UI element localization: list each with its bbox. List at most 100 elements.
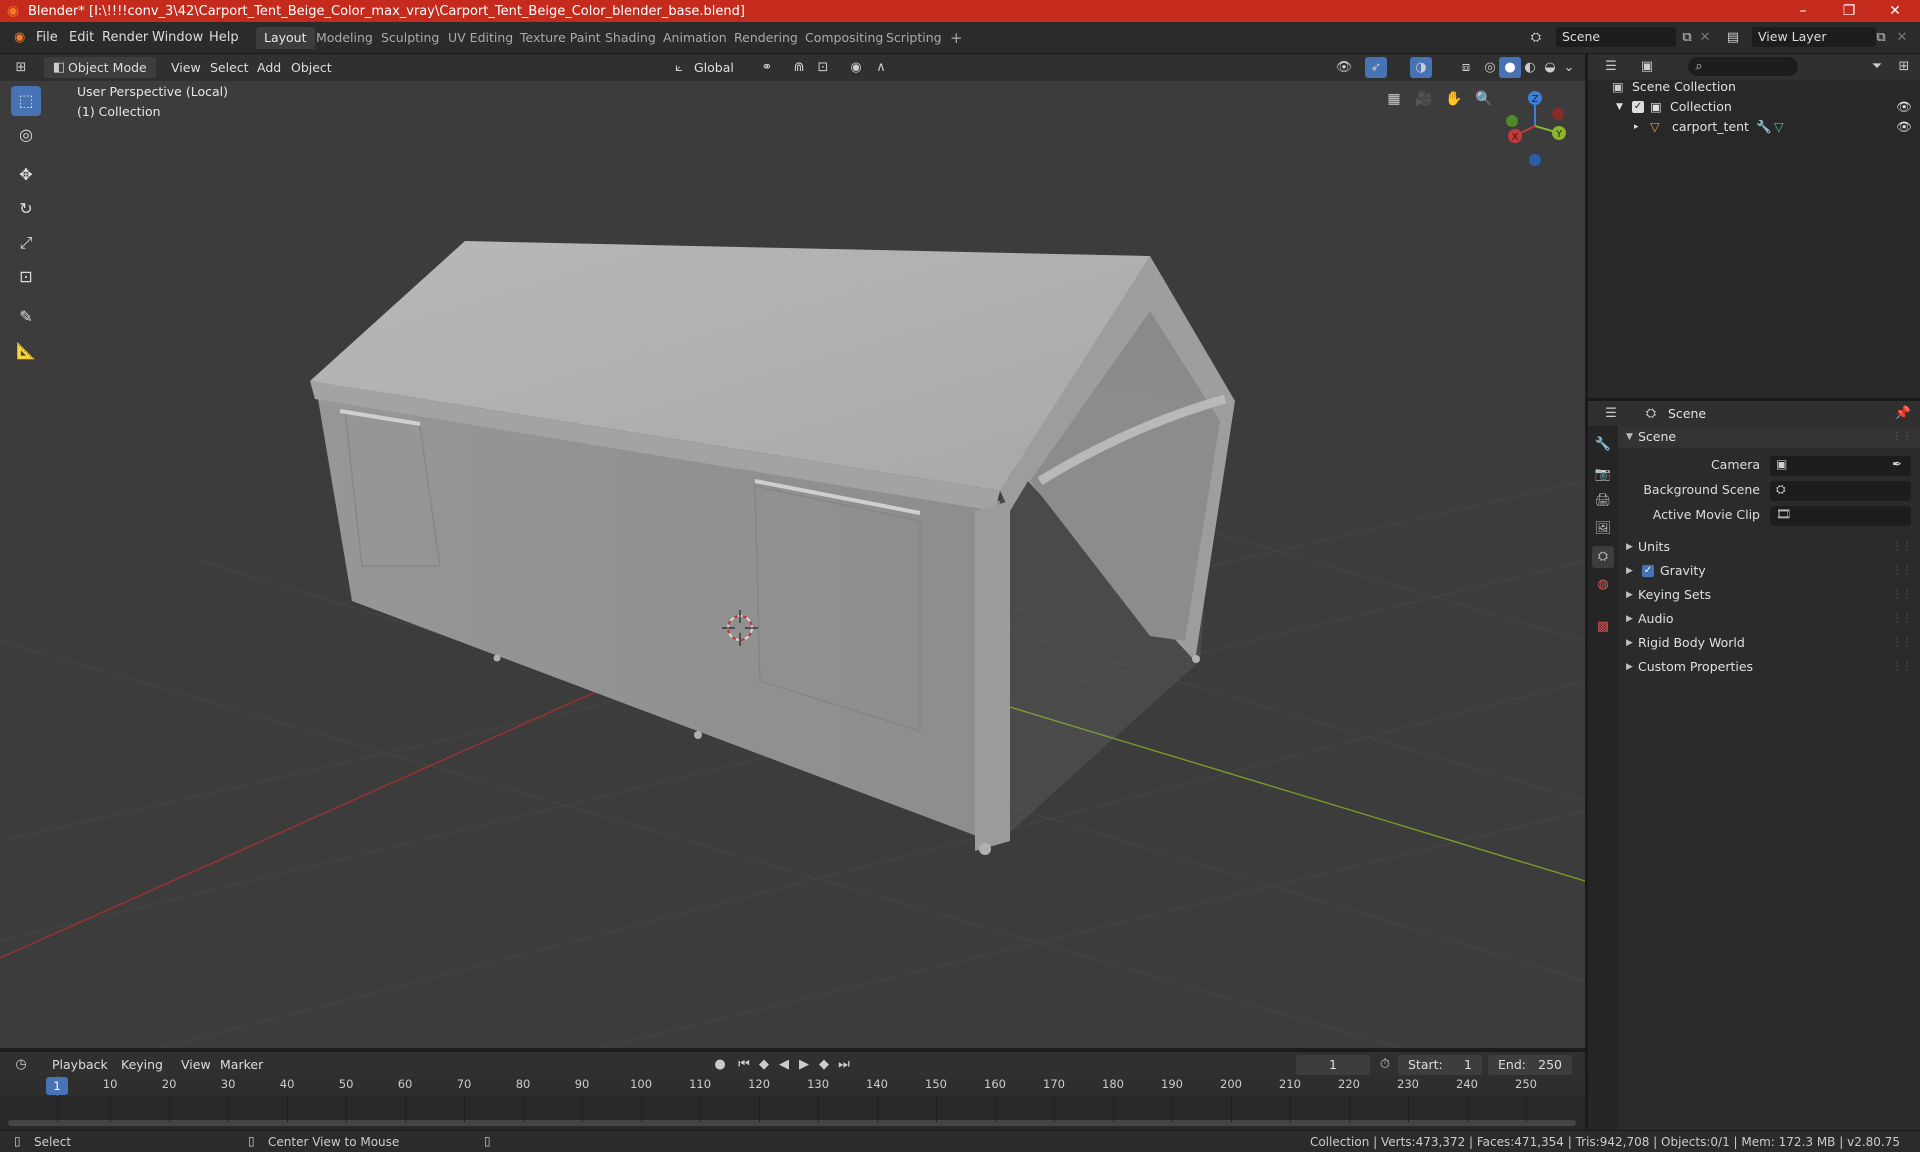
tab-rendering[interactable]: Rendering	[726, 27, 806, 49]
wireframe-shading-icon[interactable]: ◎	[1479, 57, 1501, 78]
play-reverse-icon[interactable]: ◀	[773, 1054, 795, 1075]
editor-type-icon[interactable]: ⊞	[10, 57, 32, 78]
falloff-icon[interactable]: ∧	[870, 57, 892, 78]
tab-animation[interactable]: Animation	[655, 27, 735, 49]
camera-view-icon[interactable]: 🎥	[1411, 86, 1437, 112]
outliner-row-scene-collection[interactable]: ▣ Scene Collection	[1588, 77, 1920, 97]
area-separator[interactable]	[1585, 54, 1588, 1130]
scene-type-icon[interactable]: ⛭	[1525, 27, 1547, 48]
world-tab-icon[interactable]: ◍	[1592, 574, 1614, 596]
panel-custom-properties[interactable]: ▶ Custom Properties ⋮⋮	[1618, 656, 1920, 678]
view-layer-selector[interactable]: View Layer	[1752, 27, 1876, 47]
camera-field[interactable]	[1770, 456, 1911, 476]
texture-tab-icon[interactable]: ▩	[1592, 616, 1614, 638]
pivot-icon[interactable]: ⚭	[756, 57, 778, 78]
menu-timeline-view[interactable]: View	[175, 1054, 217, 1075]
scene-selector[interactable]: Scene	[1556, 27, 1676, 47]
timeline-editor-icon[interactable]: ◷	[10, 1054, 32, 1075]
select-box-tool-icon[interactable]: ⬚	[11, 86, 41, 116]
snap-target-icon[interactable]: ⊡	[812, 57, 834, 78]
xray-icon[interactable]: ⧈	[1455, 57, 1477, 78]
rotate-tool-icon[interactable]: ↻	[11, 194, 41, 224]
blender-menu-icon[interactable]: ◉	[8, 27, 31, 49]
panel-units[interactable]: ▶ Units ⋮⋮	[1618, 536, 1920, 558]
pin-icon[interactable]: 📌	[1892, 403, 1914, 424]
annotate-tool-icon[interactable]: ✎	[11, 302, 41, 332]
play-icon[interactable]: ▶	[793, 1054, 815, 1075]
view-layer-tab-icon[interactable]: 🖼	[1592, 518, 1614, 540]
eyedropper-icon[interactable]: ✒	[1892, 457, 1902, 471]
expand-arrow-icon[interactable]: ▼	[1616, 97, 1623, 117]
snap-icon[interactable]: ⋒	[788, 57, 810, 78]
collection-checkbox[interactable]: ✓	[1632, 101, 1644, 113]
menu-object[interactable]: Object	[285, 57, 338, 78]
next-keyframe-icon[interactable]: ◆	[813, 1054, 835, 1075]
current-frame-field[interactable]: 1	[1296, 1055, 1370, 1075]
object-visibility-icon[interactable]: 👁	[1896, 117, 1912, 137]
menu-select[interactable]: Select	[204, 57, 255, 78]
record-icon[interactable]: ●	[709, 1054, 731, 1075]
measure-tool-icon[interactable]: 📐	[11, 336, 41, 366]
panel-rigid-body-world[interactable]: ▶ Rigid Body World ⋮⋮	[1618, 632, 1920, 654]
transform-tool-icon[interactable]: ⊡	[11, 262, 41, 292]
visibility-icon[interactable]: 👁	[1333, 57, 1355, 78]
tab-scripting[interactable]: Scripting	[878, 27, 950, 49]
jump-end-icon[interactable]: ⏭	[833, 1054, 855, 1075]
overlay-toggle-icon[interactable]: ◑	[1410, 57, 1432, 78]
view-layer-icon[interactable]: ▤	[1722, 27, 1744, 48]
close-icon[interactable]: ✕	[1872, 0, 1918, 22]
maximize-icon[interactable]: ❐	[1826, 0, 1872, 22]
menu-add[interactable]: Add	[251, 57, 287, 78]
gizmo-toggle-icon[interactable]: ➶	[1365, 57, 1387, 78]
minimize-icon[interactable]: –	[1780, 0, 1826, 22]
add-workspace-button[interactable]: +	[942, 27, 971, 49]
menu-file[interactable]: File	[30, 27, 64, 49]
panel-keying-sets[interactable]: ▶ Keying Sets ⋮⋮	[1618, 584, 1920, 606]
collection-visibility-icon[interactable]: 👁	[1896, 97, 1912, 117]
tab-modeling[interactable]: Modeling	[308, 27, 381, 49]
prev-keyframe-icon[interactable]: ◆	[753, 1054, 775, 1075]
outliner-row-collection[interactable]: ▼ ✓ ▣ Collection 👁	[1588, 97, 1920, 117]
toggle-grid-icon[interactable]: ▦	[1381, 86, 1407, 112]
tab-sculpting[interactable]: Sculpting	[373, 27, 447, 49]
orientation-selector[interactable]: Global	[688, 57, 746, 78]
tab-texture-paint[interactable]: Texture Paint	[512, 27, 609, 49]
outliner-editor-icon[interactable]: ☰	[1600, 56, 1622, 77]
menu-window[interactable]: Window	[146, 27, 209, 49]
menu-view[interactable]: View	[165, 57, 207, 78]
current-frame-marker[interactable]: 1	[46, 1077, 68, 1095]
properties-editor-icon[interactable]: ☰	[1600, 403, 1622, 424]
display-mode-icon[interactable]: ▣	[1636, 56, 1658, 77]
stopwatch-icon[interactable]: ⏱	[1374, 1054, 1396, 1075]
timeline-scrollbar[interactable]	[8, 1120, 1576, 1126]
gravity-checkbox[interactable]: ✓	[1642, 565, 1654, 577]
menu-edit[interactable]: Edit	[63, 27, 100, 49]
tool-tab-icon[interactable]: 🔧	[1592, 434, 1614, 456]
filter-icon[interactable]: ⏷	[1866, 56, 1888, 77]
pan-hand-icon[interactable]: ✋	[1441, 86, 1467, 112]
material-shading-icon[interactable]: ◐	[1519, 57, 1541, 78]
tab-shading[interactable]: Shading	[597, 27, 664, 49]
navigation-gizmo[interactable]: Z Y X	[1500, 86, 1580, 166]
new-view-layer-icon[interactable]: ⧉	[1870, 27, 1892, 48]
menu-playback[interactable]: Playback	[46, 1054, 114, 1075]
panel-audio[interactable]: ▶ Audio ⋮⋮	[1618, 608, 1920, 630]
menu-keying[interactable]: Keying	[115, 1054, 169, 1075]
proportional-edit-icon[interactable]: ◉	[845, 57, 867, 78]
end-frame-field[interactable]: End: 250	[1488, 1055, 1572, 1075]
panel-gravity[interactable]: ▶ ✓ Gravity ⋮⋮	[1618, 560, 1920, 582]
start-frame-field[interactable]: Start: 1	[1398, 1055, 1482, 1075]
solid-shading-icon[interactable]: ●	[1499, 57, 1521, 78]
jump-start-icon[interactable]: ⏮	[733, 1054, 755, 1075]
delete-view-layer-icon[interactable]: ✕	[1891, 27, 1913, 48]
zoom-icon[interactable]: 🔍	[1471, 86, 1497, 112]
modifier-wrench-icon[interactable]: 🔧	[1756, 117, 1772, 137]
tab-uv-editing[interactable]: UV Editing	[440, 27, 521, 49]
cursor-tool-icon[interactable]: ◎	[11, 120, 41, 150]
menu-marker[interactable]: Marker	[214, 1054, 269, 1075]
move-tool-icon[interactable]: ✥	[11, 160, 41, 190]
carport-tent-model[interactable]	[310, 241, 1235, 855]
scene-tab-icon[interactable]: ⛭	[1592, 546, 1614, 568]
shading-options-icon[interactable]: ⌄	[1558, 57, 1580, 78]
tab-layout[interactable]: Layout	[256, 27, 315, 49]
